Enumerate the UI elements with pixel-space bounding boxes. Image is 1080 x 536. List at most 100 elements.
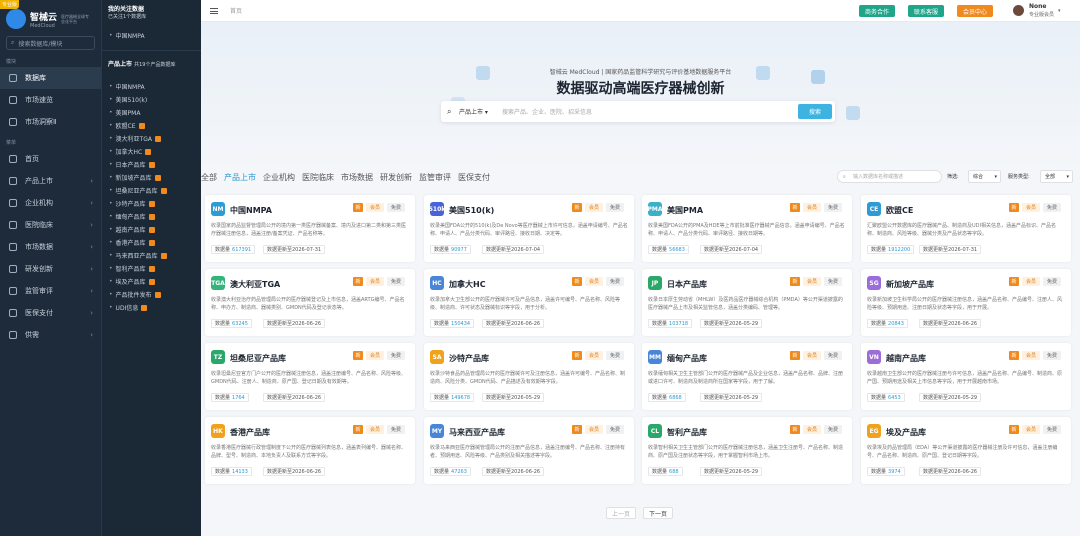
- database-card[interactable]: HC 加拿大HC 新会员 免费 收录加拿大卫生部公开的医疗器械许可及产品信息，涵盖许可编…: [424, 269, 634, 336]
- tab-category[interactable]: 市场数据: [341, 172, 373, 183]
- database-card[interactable]: TGA 澳大利亚TGA 新会员 免费 收录澳大利亚治疗药品管理局公开的医疗器械登记及上市…: [205, 269, 415, 336]
- brand-slogan: 医疗器械全球专业化平台: [61, 14, 90, 24]
- nav-market-overview[interactable]: 市场速览: [0, 89, 101, 111]
- tab-category[interactable]: 产品上市: [224, 172, 256, 183]
- member-center-button[interactable]: 会员中心: [957, 5, 994, 17]
- database-card[interactable]: NM 中国NMPA 新会员 免费 收录国家药品监督管理局公开的境内第一类医疗器械备案、境…: [205, 195, 415, 262]
- global-search-input[interactable]: 搜索产品、企业、医院、招采信息: [502, 107, 592, 116]
- nav-menu-item[interactable]: 产品上市 ›: [0, 170, 101, 192]
- contact-service-button[interactable]: 联系客服: [908, 5, 945, 17]
- tab-category[interactable]: 监管审评: [419, 172, 451, 183]
- chevron-down-icon: ▾: [1066, 173, 1069, 180]
- database-name: 新加坡产品库: [886, 280, 934, 289]
- record-count-value: 149678: [451, 394, 471, 401]
- database-card[interactable]: CL 智利产品库 新会员 免费 收录智利相关卫生主管部门公开的医疗器械注册信息，涵盖卫生…: [642, 417, 852, 484]
- nav-market-insight[interactable]: 市场洞察Ⅱ: [0, 111, 101, 133]
- database-list-item[interactable]: 越南产品库: [102, 223, 201, 236]
- database-card[interactable]: SA 沙特产品库 新会员 免费 收录沙特食品药品管理局公开的医疗器械许可及注册信息，涵盖…: [424, 343, 634, 410]
- database-card[interactable]: JP 日本产品库 新会员 免费 收录日本厚生劳动省（MHLW）及医药品医疗器械综合机构（…: [642, 269, 852, 336]
- database-list-label: 澳大利亚TGA: [115, 136, 152, 143]
- database-list-item[interactable]: 产品批件发布: [102, 288, 201, 301]
- nav-menu-item[interactable]: 医院临床 ›: [0, 214, 101, 236]
- database-filter-input[interactable]: ⌕ 输入数据库名称或描述: [837, 170, 942, 183]
- member-tag: 会员: [366, 203, 384, 212]
- tab-category[interactable]: 医院临床: [302, 172, 334, 183]
- nav-database[interactable]: 数据库: [0, 67, 101, 89]
- sort-select[interactable]: 综合 ▾: [968, 170, 1001, 183]
- database-list-item[interactable]: UDI信息: [102, 301, 201, 314]
- record-count: 数据量 14133: [211, 467, 252, 476]
- business-cooperation-button[interactable]: 商务合作: [859, 5, 896, 17]
- search-scope-select[interactable]: 产品上市 ▾: [459, 107, 488, 116]
- favorites-count: 已关注1个数据库: [108, 14, 147, 20]
- database-list-item[interactable]: 中国NMPA: [102, 80, 201, 93]
- update-date: 数据更新至2026-07-04: [482, 245, 545, 254]
- database-card[interactable]: CE 欧盟CE 新会员 免费 汇聚欧盟公开数据库的医疗器械产品、制造商及UDI相关信息，…: [861, 195, 1071, 262]
- database-list-item[interactable]: 日本产品库: [102, 158, 201, 171]
- database-list-label: UDI信息: [115, 305, 139, 312]
- brand-logo[interactable]: 专业版 智械云 MedCloud 医疗器械全球专业化平台: [0, 0, 101, 32]
- database-list-item[interactable]: 埃及产品库: [102, 275, 201, 288]
- record-count-value: 688: [669, 468, 679, 475]
- database-list-label: 日本产品库: [115, 162, 146, 169]
- database-list-label: 香港产品库: [115, 240, 146, 247]
- next-page-button[interactable]: 下一页: [643, 507, 674, 519]
- favorite-item[interactable]: 中国NMPA: [102, 29, 201, 42]
- database-list-label: 新加坡产品库: [115, 175, 152, 182]
- tab-category[interactable]: 医保支付: [458, 172, 490, 183]
- module-search-input[interactable]: ⌕ 搜索数据库/模块: [6, 36, 95, 50]
- database-list-item[interactable]: 马来西亚产品库: [102, 249, 201, 262]
- database-list-item[interactable]: 缅甸产品库: [102, 210, 201, 223]
- user-menu[interactable]: None 专业版会员 ▾: [1013, 3, 1061, 18]
- chevron-right-icon: ›: [90, 243, 93, 251]
- database-list-item[interactable]: 坦桑尼亚产品库: [102, 184, 201, 197]
- database-list-item[interactable]: 美国PMA: [102, 106, 201, 119]
- breadcrumb[interactable]: 首页: [230, 6, 242, 15]
- database-description: 收录美国FDA公开的PMA及HDE等上市前批准医疗器械产品信息，涵盖申请编号、产…: [648, 223, 845, 237]
- database-card[interactable]: PMA 美国PMA 新会员 免费 收录美国FDA公开的PMA及HDE等上市前批准医疗器械…: [642, 195, 852, 262]
- tab-category[interactable]: 研发创新: [380, 172, 412, 183]
- record-count-label: 数据量: [871, 395, 887, 401]
- database-list-item[interactable]: 欧盟CE: [102, 119, 201, 132]
- nav-menu-item[interactable]: 首页: [0, 148, 101, 170]
- pro-flag-icon: [154, 135, 161, 142]
- nav-menu-item[interactable]: 企业机构 ›: [0, 192, 101, 214]
- prev-page-button[interactable]: 上一页: [606, 507, 637, 519]
- database-card[interactable]: 510k 美国510(k) 新会员 免费 收录美国FDA公开的510(k)及De Nov…: [424, 195, 634, 262]
- pro-flag-icon: [154, 291, 161, 298]
- database-card[interactable]: EG 埃及产品库 新会员 免费 收录埃及药品管理局（EDA）等公开渠道披露的医疗器械注册…: [861, 417, 1071, 484]
- nav-menu-item[interactable]: 医保支付 ›: [0, 302, 101, 324]
- database-list-item[interactable]: 美国510(k): [102, 93, 201, 106]
- update-date: 数据更新至2026-05-29: [482, 393, 545, 402]
- database-card[interactable]: MY 马来西亚产品库 新会员 免费 收录马来西亚医疗器械管理局公开的注册产品信息，涵盖注…: [424, 417, 634, 484]
- database-list-item[interactable]: 香港产品库: [102, 236, 201, 249]
- search-button[interactable]: 搜索: [798, 104, 832, 119]
- database-card[interactable]: MM 缅甸产品库 新会员 免费 收录缅甸相关卫生主管部门公开的医疗器械产品及企业信息，涵…: [642, 343, 852, 410]
- database-icon: CL: [648, 424, 662, 438]
- menu-toggle-icon[interactable]: [210, 7, 218, 14]
- database-list-label: 埃及产品库: [115, 279, 146, 286]
- database-list-item[interactable]: 沙特产品库: [102, 197, 201, 210]
- database-list-item[interactable]: 智利产品库: [102, 262, 201, 275]
- service-type-select[interactable]: 全部 ▾: [1040, 170, 1073, 183]
- database-name: 香港产品库: [230, 428, 270, 437]
- database-card[interactable]: TZ 坦桑尼亚产品库 新会员 免费 收录坦桑尼亚官方门户公开的医疗器械注册信息，涵盖注册…: [205, 343, 415, 410]
- database-card[interactable]: VN 越南产品库 新会员 免费 收录越南卫生部公开的医疗器械注册与许可信息，涵盖产品名称…: [861, 343, 1071, 410]
- favorites-header: 我的关注数据 已关注1个数据库: [102, 0, 201, 24]
- tab-category[interactable]: 企业机构: [263, 172, 295, 183]
- chevron-right-icon: ›: [90, 287, 93, 295]
- service-type-label: 服务类型:: [1008, 174, 1030, 180]
- database-card[interactable]: HK 香港产品库 新会员 免费 收录香港医疗器械行政管理制度下公开的医疗器械列表信息，涵…: [205, 417, 415, 484]
- tab-category[interactable]: 全部: [201, 172, 217, 183]
- database-card[interactable]: SG 新加坡产品库 新会员 免费 收录新加坡卫生科学局公开的医疗器械注册信息，涵盖产品名…: [861, 269, 1071, 336]
- record-count: 数据量 103718: [648, 319, 693, 328]
- database-list-item[interactable]: 新加坡产品库: [102, 171, 201, 184]
- nav-menu-item[interactable]: 监管审评 ›: [0, 280, 101, 302]
- database-icon: SA: [430, 350, 444, 364]
- nav-menu-item[interactable]: 市场数据 ›: [0, 236, 101, 258]
- record-count: 数据量 6868: [648, 393, 686, 402]
- database-list-item[interactable]: 澳大利亚TGA: [102, 132, 201, 145]
- database-list-item[interactable]: 加拿大HC: [102, 145, 201, 158]
- nav-menu-item[interactable]: 供需 ›: [0, 324, 101, 346]
- nav-menu-item[interactable]: 研发创新 ›: [0, 258, 101, 280]
